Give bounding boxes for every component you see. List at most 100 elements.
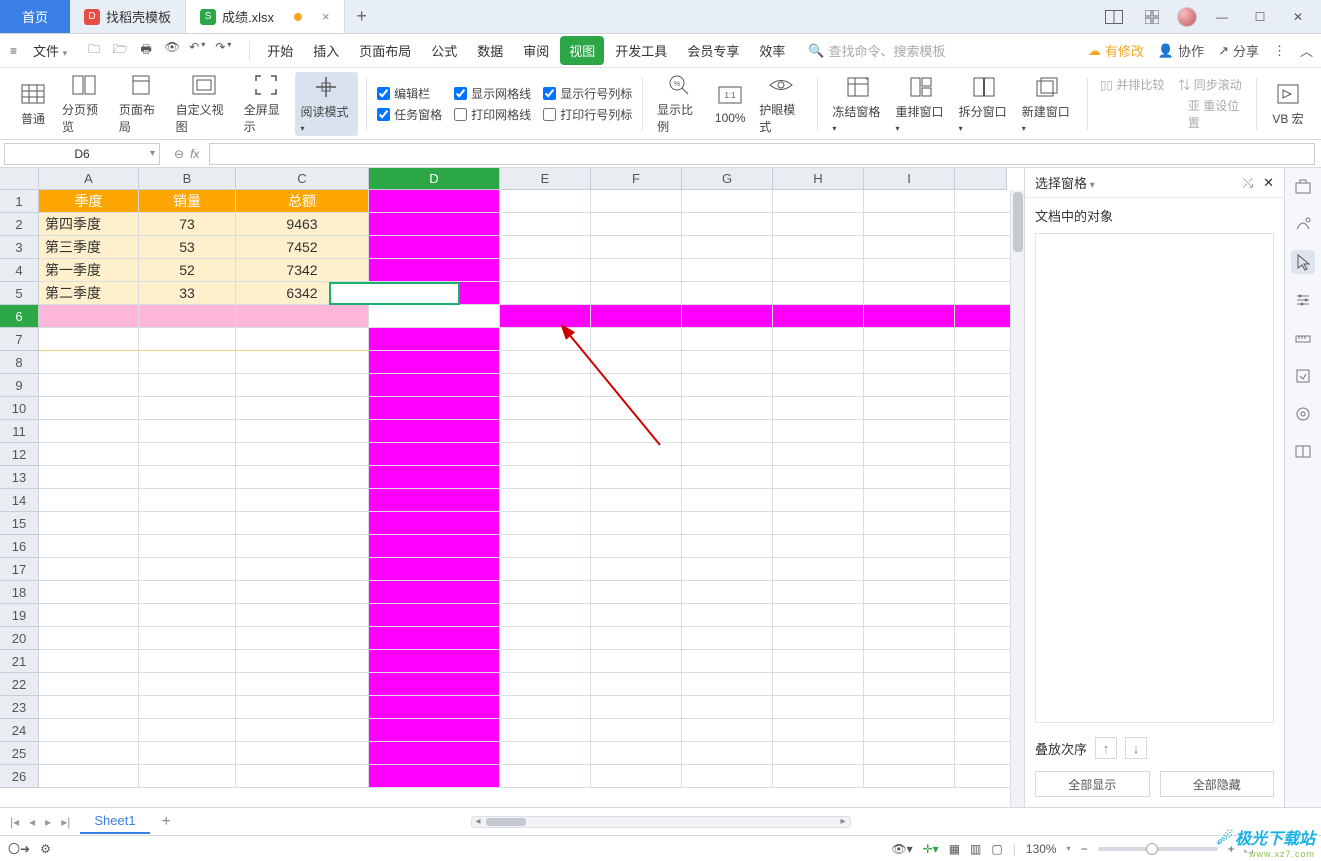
zoom-out-fx-icon[interactable]: ⊖ <box>174 147 184 161</box>
empty-cell[interactable] <box>864 581 955 604</box>
empty-cell[interactable] <box>773 604 864 627</box>
hide-all-button[interactable]: 全部隐藏 <box>1160 771 1275 797</box>
empty-cell[interactable] <box>591 420 682 443</box>
backup-icon[interactable] <box>1291 364 1315 388</box>
empty-cell[interactable] <box>864 558 955 581</box>
zoom-value[interactable]: 130% <box>1026 842 1057 856</box>
empty-cell[interactable] <box>500 466 591 489</box>
ribbon-tab-数据[interactable]: 数据 <box>468 36 512 65</box>
empty-cell[interactable] <box>682 489 773 512</box>
check-gridlines[interactable]: 显示网格线 <box>454 85 531 102</box>
empty-cell[interactable] <box>773 236 864 259</box>
empty-cell[interactable] <box>139 673 236 696</box>
empty-cell[interactable] <box>500 719 591 742</box>
empty-cell[interactable] <box>773 535 864 558</box>
view-reading-button[interactable]: 阅读模式 ▾ <box>295 72 359 136</box>
empty-cell[interactable] <box>500 581 591 604</box>
empty-cell[interactable] <box>773 466 864 489</box>
save-icon[interactable]: 🗀 <box>85 40 103 61</box>
empty-cell[interactable] <box>591 305 682 328</box>
empty-cell[interactable] <box>236 765 369 788</box>
empty-cell[interactable] <box>682 351 773 374</box>
empty-cell[interactable] <box>500 259 591 282</box>
empty-cell[interactable] <box>864 742 955 765</box>
empty-cell[interactable] <box>591 627 682 650</box>
empty-cell[interactable] <box>591 558 682 581</box>
empty-cell[interactable] <box>773 696 864 719</box>
empty-cell[interactable] <box>369 581 500 604</box>
empty-cell[interactable] <box>773 719 864 742</box>
table-header[interactable]: 销量 <box>139 190 236 213</box>
empty-cell[interactable] <box>500 696 591 719</box>
toolbox-icon[interactable] <box>1291 174 1315 198</box>
empty-cell[interactable] <box>500 673 591 696</box>
close-icon[interactable]: × <box>322 9 330 24</box>
empty-cell[interactable] <box>369 765 500 788</box>
empty-cell[interactable] <box>236 443 369 466</box>
empty-cell[interactable] <box>773 581 864 604</box>
last-sheet-icon[interactable]: ▸| <box>57 813 74 831</box>
empty-cell[interactable] <box>236 604 369 627</box>
empty-cell[interactable] <box>773 627 864 650</box>
empty-cell[interactable] <box>236 397 369 420</box>
redo-icon[interactable]: ↷▾ <box>215 40 233 61</box>
empty-cell[interactable] <box>591 742 682 765</box>
new-window-button[interactable]: 新建窗口 ▾ <box>1016 72 1079 136</box>
empty-cell[interactable] <box>591 512 682 535</box>
empty-cell[interactable] <box>864 466 955 489</box>
empty-cell[interactable] <box>864 673 955 696</box>
column-header-I[interactable]: I <box>864 168 955 190</box>
row-header-18[interactable]: 18 <box>0 581 39 604</box>
empty-cell[interactable] <box>591 535 682 558</box>
close-pane-icon[interactable]: ✕ <box>1263 175 1274 191</box>
empty-cell[interactable] <box>591 443 682 466</box>
empty-cell[interactable] <box>773 558 864 581</box>
empty-cell[interactable] <box>682 512 773 535</box>
empty-cell[interactable] <box>236 466 369 489</box>
empty-cell[interactable] <box>500 535 591 558</box>
column-header-D[interactable]: D <box>369 168 500 190</box>
next-sheet-icon[interactable]: ▸ <box>41 813 55 831</box>
empty-cell[interactable] <box>682 374 773 397</box>
view-normal-button[interactable]: 普通 <box>10 79 56 129</box>
empty-cell[interactable] <box>864 351 955 374</box>
empty-cell[interactable] <box>139 627 236 650</box>
column-header-A[interactable]: A <box>39 168 139 190</box>
row-header-22[interactable]: 22 <box>0 673 39 696</box>
empty-cell[interactable] <box>39 328 139 351</box>
empty-cell[interactable] <box>369 397 500 420</box>
row-header-8[interactable]: 8 <box>0 351 39 374</box>
empty-cell[interactable] <box>864 397 955 420</box>
table-header[interactable]: 季度 <box>39 190 139 213</box>
empty-cell[interactable] <box>500 765 591 788</box>
grid-view-icon[interactable]: ▦ <box>949 842 960 856</box>
empty-cell[interactable] <box>864 259 955 282</box>
row-header-20[interactable]: 20 <box>0 627 39 650</box>
empty-cell[interactable] <box>773 443 864 466</box>
empty-cell[interactable] <box>591 696 682 719</box>
empty-cell[interactable] <box>864 305 955 328</box>
empty-cell[interactable] <box>864 604 955 627</box>
vertical-scrollbar[interactable] <box>1010 190 1024 807</box>
empty-cell[interactable] <box>139 443 236 466</box>
modified-indicator[interactable]: ☁有修改 <box>1088 41 1144 60</box>
prev-sheet-icon[interactable]: ◂ <box>25 813 39 831</box>
empty-cell[interactable] <box>236 558 369 581</box>
row-header-13[interactable]: 13 <box>0 466 39 489</box>
column-header-B[interactable]: B <box>139 168 236 190</box>
tab-templates[interactable]: D 找稻壳模板 <box>70 0 186 33</box>
empty-cell[interactable] <box>369 719 500 742</box>
empty-cell[interactable] <box>139 374 236 397</box>
empty-cell[interactable] <box>500 627 591 650</box>
file-menu[interactable]: 文件 ▾ <box>25 37 75 64</box>
arrange-windows-button[interactable]: 重排窗口 ▾ <box>889 72 952 136</box>
table-cell[interactable]: 第三季度 <box>39 236 139 259</box>
zoom-out-icon[interactable]: − <box>1081 842 1088 856</box>
empty-cell[interactable] <box>369 259 500 282</box>
empty-cell[interactable] <box>682 466 773 489</box>
empty-cell[interactable] <box>369 282 500 305</box>
empty-cell[interactable] <box>39 650 139 673</box>
empty-cell[interactable] <box>864 650 955 673</box>
apps-icon[interactable] <box>1139 4 1165 30</box>
empty-cell[interactable] <box>864 765 955 788</box>
